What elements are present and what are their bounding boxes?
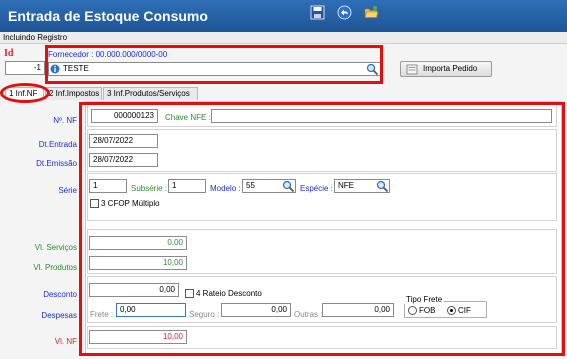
mode-bar: Incluindo Registro	[0, 32, 567, 44]
tab-inf-impostos-label: 2 Inf.Impostos	[49, 89, 100, 98]
vl-nf-label: Vl. NF	[54, 337, 77, 346]
despesas-label: Despesas	[41, 311, 77, 320]
title-bar: Entrada de Estoque Consumo	[0, 0, 567, 32]
tab-highlight	[0, 83, 50, 103]
desconto-label: Desconto	[43, 290, 77, 299]
vl-servicos-label: Vl. Serviços	[34, 243, 77, 252]
id-label: Id	[4, 48, 14, 59]
dt-entrada-label: Dt.Entrada	[38, 140, 77, 149]
mode-label: Incluindo Registro	[3, 33, 68, 42]
importa-pedido-label: Importa Pedido	[423, 64, 478, 73]
tab-inf-produtos[interactable]: 3 Inf.Produtos/Serviços	[103, 87, 198, 100]
nf-label: Nº. NF	[53, 116, 77, 125]
undo-icon[interactable]	[337, 5, 352, 20]
window-title: Entrada de Estoque Consumo	[8, 8, 208, 24]
fornecedor-highlight	[45, 45, 383, 84]
id-field[interactable]: -1	[5, 61, 45, 75]
serie-label: Série	[58, 186, 77, 195]
importa-pedido-button[interactable]: Importa Pedido	[400, 61, 492, 77]
open-folder-icon[interactable]	[364, 5, 379, 20]
import-icon	[406, 64, 418, 75]
dt-emissao-label: Dt.Emissão	[36, 159, 77, 168]
tab-inf-produtos-label: 3 Inf.Produtos/Serviços	[107, 89, 190, 98]
vl-produtos-label: Vl. Produtos	[33, 263, 77, 272]
save-icon[interactable]	[310, 5, 325, 20]
tab-inf-impostos[interactable]: 2 Inf.Impostos	[45, 87, 102, 100]
form-highlight	[79, 102, 565, 356]
